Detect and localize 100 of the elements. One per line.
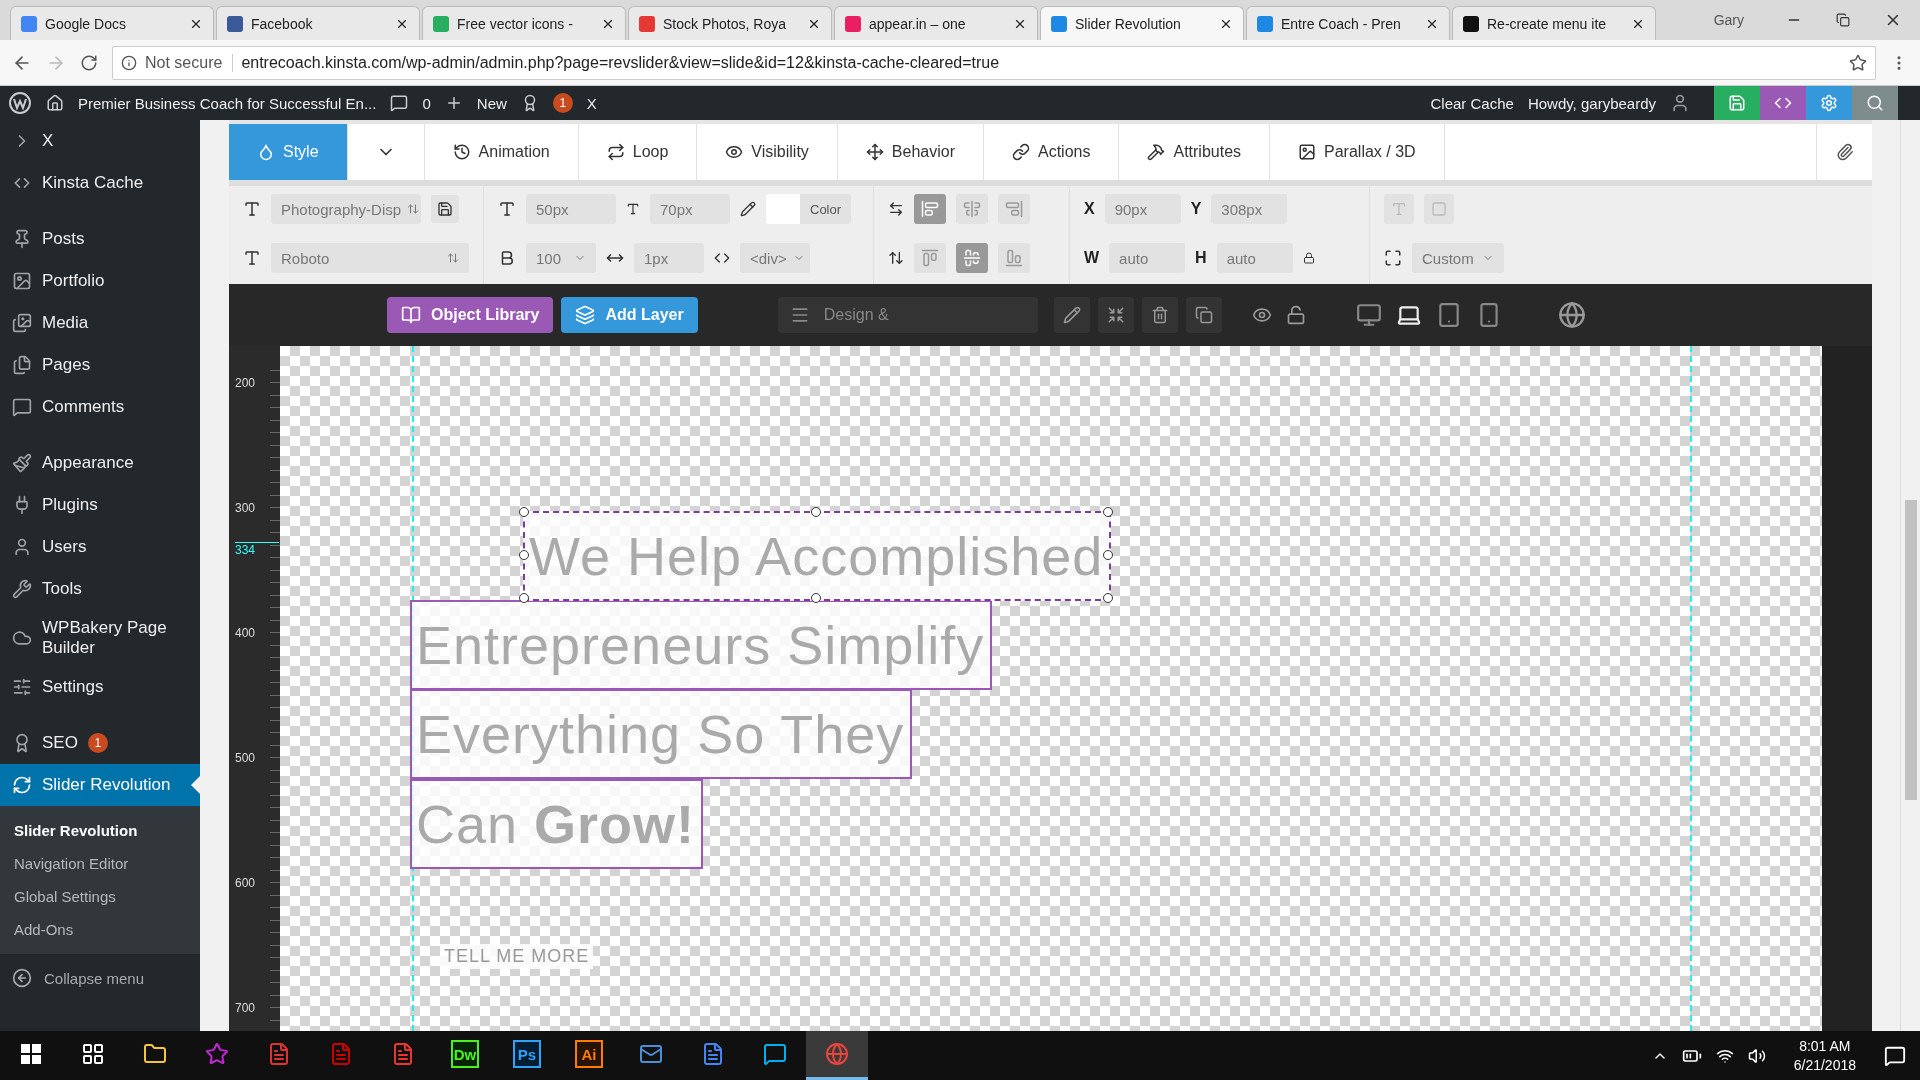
sidebar-item[interactable]: Users [0,526,200,568]
font-size-field[interactable]: 50px [526,194,616,224]
pdf-icon[interactable] [329,1042,353,1066]
restore-icon[interactable] [1836,13,1850,27]
howdy-link[interactable]: Howdy, garybeardy [1527,94,1656,112]
resize-handle[interactable] [519,507,529,517]
save-button[interactable] [1714,86,1760,120]
paperclip-icon[interactable] [1835,143,1854,161]
browser-tab[interactable]: Stock Photos, Roya [628,6,832,40]
document-icon[interactable] [701,1042,725,1066]
line-height-field[interactable]: 70px [650,194,730,224]
folder-icon[interactable] [143,1042,167,1066]
object-library-button[interactable]: Object Library [387,297,554,333]
delete-button[interactable] [1141,297,1178,333]
font-weight-select[interactable]: 100 [526,243,596,273]
edit-button[interactable] [1053,297,1090,333]
browser-tab[interactable]: Free vector icons - [422,6,626,40]
globe-icon[interactable] [1557,301,1586,329]
browser-icon[interactable] [825,1042,849,1066]
sidebar-item[interactable]: Plugins [0,484,200,526]
pdf-icon[interactable] [391,1042,415,1066]
sidebar-item[interactable]: Settings [0,666,200,708]
task-view-icon[interactable] [81,1042,105,1066]
browser-tab[interactable]: appear.in – one [834,6,1038,40]
sidebar-item[interactable]: Portfolio [0,260,200,302]
mail-icon[interactable] [639,1042,663,1066]
resize-handle[interactable] [811,507,822,517]
site-name-link[interactable]: Premier Business Coach for Successful En... [78,94,377,112]
code-button[interactable] [1760,86,1806,120]
taskbar-app[interactable]: Ps [496,1031,558,1080]
new-link[interactable]: New [476,94,507,112]
submenu-item[interactable]: Global Settings [0,880,200,913]
browser-tab[interactable]: Entre Coach - Pren [1246,6,1450,40]
browser-tab[interactable]: Re-create menu ite [1452,6,1656,40]
unlock-icon[interactable] [1285,305,1306,325]
volume-icon[interactable] [1747,1046,1766,1065]
y-field[interactable]: 308px [1211,194,1288,224]
clock[interactable]: 8:01 AM 6/21/2018 [1779,1036,1870,1075]
tag-select[interactable]: <div> [740,243,810,273]
sidebar-item[interactable]: X [0,120,200,162]
bookmark-star-icon[interactable] [1849,53,1867,72]
app-icon[interactable]: Dw [451,1040,479,1068]
comment-icon[interactable] [390,94,409,112]
save-icon [1728,94,1746,112]
submenu-item[interactable]: Navigation Editor [0,847,200,880]
app-icon[interactable]: Ps [513,1040,541,1068]
hammer-icon [1147,143,1166,161]
chat-icon[interactable] [763,1042,787,1066]
search-button[interactable] [1852,86,1898,120]
pencil-icon [1062,306,1081,324]
taskbar-app[interactable]: Dw [434,1031,496,1080]
address-bar[interactable]: Not secure entrecoach.kinsta.com/wp-admin/admin.php?page=revslider&view=slide&id=12&kinsta-cache-cleared=true [112,45,1876,80]
sidebar-item[interactable]: SEO 1 [0,722,200,764]
sidebar-item[interactable]: Tools [0,568,200,610]
star-icon[interactable] [205,1042,229,1066]
home-icon[interactable] [46,94,64,112]
browser-tab[interactable]: Facebook [216,6,420,40]
notifications-icon[interactable] [1884,1044,1906,1067]
save-preset-button[interactable] [431,195,459,223]
document-icon[interactable] [267,1042,291,1066]
submenu-item[interactable]: Slider Revolution [0,814,200,847]
sidebar-item[interactable]: Slider Revolution [0,764,200,806]
x-field[interactable]: 90px [1104,194,1181,224]
wordpress-logo-icon[interactable] [8,91,32,115]
taskbar-app[interactable]: Ai [558,1031,620,1080]
favicon-icon [227,15,243,32]
align-button[interactable] [914,194,946,224]
font-preset-select[interactable]: Photography-Disp [271,194,421,224]
resize-handle[interactable] [1103,550,1114,560]
align-button[interactable] [956,243,988,273]
sidebar-item[interactable]: Comments [0,386,200,428]
app-icon[interactable]: Ai [575,1040,603,1068]
sidebar-item[interactable]: Pages [0,344,200,386]
sidebar-item[interactable]: Appearance [0,442,200,484]
lock-icon[interactable] [1302,252,1315,264]
resize-handle[interactable] [519,550,529,560]
profile-name[interactable]: Gary [1713,12,1744,28]
shrink-button[interactable] [1097,297,1134,333]
browser-tab[interactable]: Google Docs [10,6,214,40]
settings-button[interactable] [1806,86,1852,120]
sidebar-item[interactable]: Posts [0,218,200,260]
font-family-select[interactable]: Roboto [271,243,469,273]
browser-tab[interactable]: Slider Revolution [1040,6,1244,40]
clear-cache-link[interactable]: Clear Cache [1430,94,1514,112]
resize-handle[interactable] [1103,507,1114,517]
sidebar-item[interactable]: WPBakery Page Builder [0,610,200,666]
collapse-menu-button[interactable]: Collapse menu [0,954,200,1002]
size-mode-select[interactable]: Custom [1412,243,1504,273]
sidebar-item[interactable]: Kinsta Cache [0,162,200,204]
duplicate-button[interactable] [1185,297,1222,333]
layer-select[interactable]: Design & [777,297,1038,333]
eye-icon[interactable] [1251,305,1272,325]
scrollbar-thumb[interactable] [1904,500,1917,800]
reload-icon[interactable] [80,53,98,72]
letter-spacing-field[interactable]: 1px [634,243,704,273]
sidebar-item[interactable]: Media [0,302,200,344]
submenu-item[interactable]: Add-Ons [0,913,200,946]
resize-handle[interactable] [1103,593,1114,603]
x-link[interactable]: X [586,94,597,112]
comment-count[interactable]: 0 [422,94,431,112]
